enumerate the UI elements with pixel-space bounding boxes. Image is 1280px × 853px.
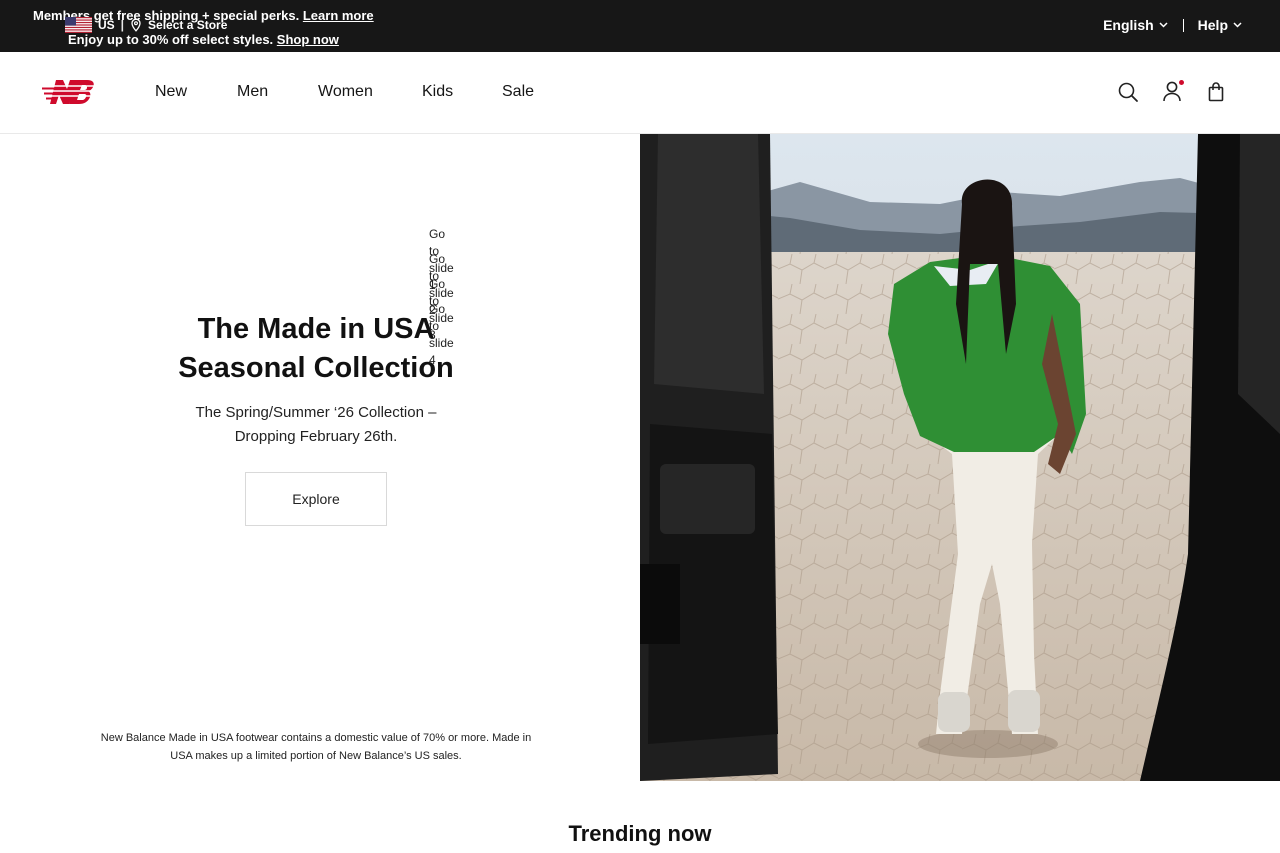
divider: |	[120, 18, 125, 32]
trending-now-heading: Trending now	[568, 821, 712, 846]
hero-title-line-1: The Made in USA	[197, 313, 435, 345]
hero-content: The Made in USA Seasonal Collection The …	[0, 134, 640, 781]
chevron-down-icon	[1233, 22, 1242, 28]
hero-subtitle: The Spring/Summer ‘26 Collection – Dropp…	[195, 404, 437, 445]
cart-icon[interactable]	[1205, 81, 1227, 103]
country-label: US	[98, 18, 115, 32]
select-store-label: Select a Store	[148, 18, 228, 32]
nav-sale[interactable]: Sale	[502, 83, 534, 101]
location-pin-icon	[131, 18, 141, 32]
country-store-selector[interactable]: US | Select a Store	[65, 17, 227, 33]
new-balance-logo-icon[interactable]	[42, 78, 98, 106]
site-header: New Men Women Kids Sale	[0, 52, 1280, 134]
learn-more-link[interactable]: Learn more	[303, 8, 374, 23]
search-icon[interactable]	[1117, 81, 1139, 103]
promo-text: Enjoy up to 30% off select styles.	[68, 32, 274, 47]
nav-kids[interactable]: Kids	[422, 83, 453, 101]
utility-links: English Help	[1103, 17, 1242, 33]
carousel-pagination: Go to slide 1 Go to slide 2 Go to slide …	[429, 226, 459, 367]
language-selector[interactable]: English	[1103, 17, 1168, 33]
shop-now-link[interactable]: Shop now	[277, 32, 339, 47]
made-in-usa-disclaimer: New Balance Made in USA footwear contain…	[100, 732, 532, 762]
hero-title-line-2: Seasonal Collection	[178, 352, 454, 384]
help-menu[interactable]: Help	[1198, 17, 1242, 33]
nav-new[interactable]: New	[155, 83, 187, 101]
hero-photo-model-desert	[640, 134, 1280, 781]
us-flag-icon	[65, 17, 92, 33]
promo-message-sale: Enjoy up to 30% off select styles. Shop …	[68, 32, 339, 48]
divider	[1182, 18, 1184, 32]
top-promo-bar: Members get free shipping + special perk…	[0, 0, 1280, 52]
notification-dot	[1179, 80, 1184, 85]
slide-nav-1[interactable]: Go to slide 1	[429, 226, 457, 292]
help-label: Help	[1197, 17, 1228, 33]
explore-button[interactable]: Explore	[245, 472, 387, 526]
hero-image	[640, 134, 1280, 781]
nav-women[interactable]: Women	[318, 83, 373, 101]
hero-title: The Made in USA Seasonal Collection	[0, 310, 632, 388]
language-label: English	[1103, 17, 1154, 33]
nav-men[interactable]: Men	[237, 83, 268, 101]
chevron-down-icon	[1159, 22, 1168, 28]
